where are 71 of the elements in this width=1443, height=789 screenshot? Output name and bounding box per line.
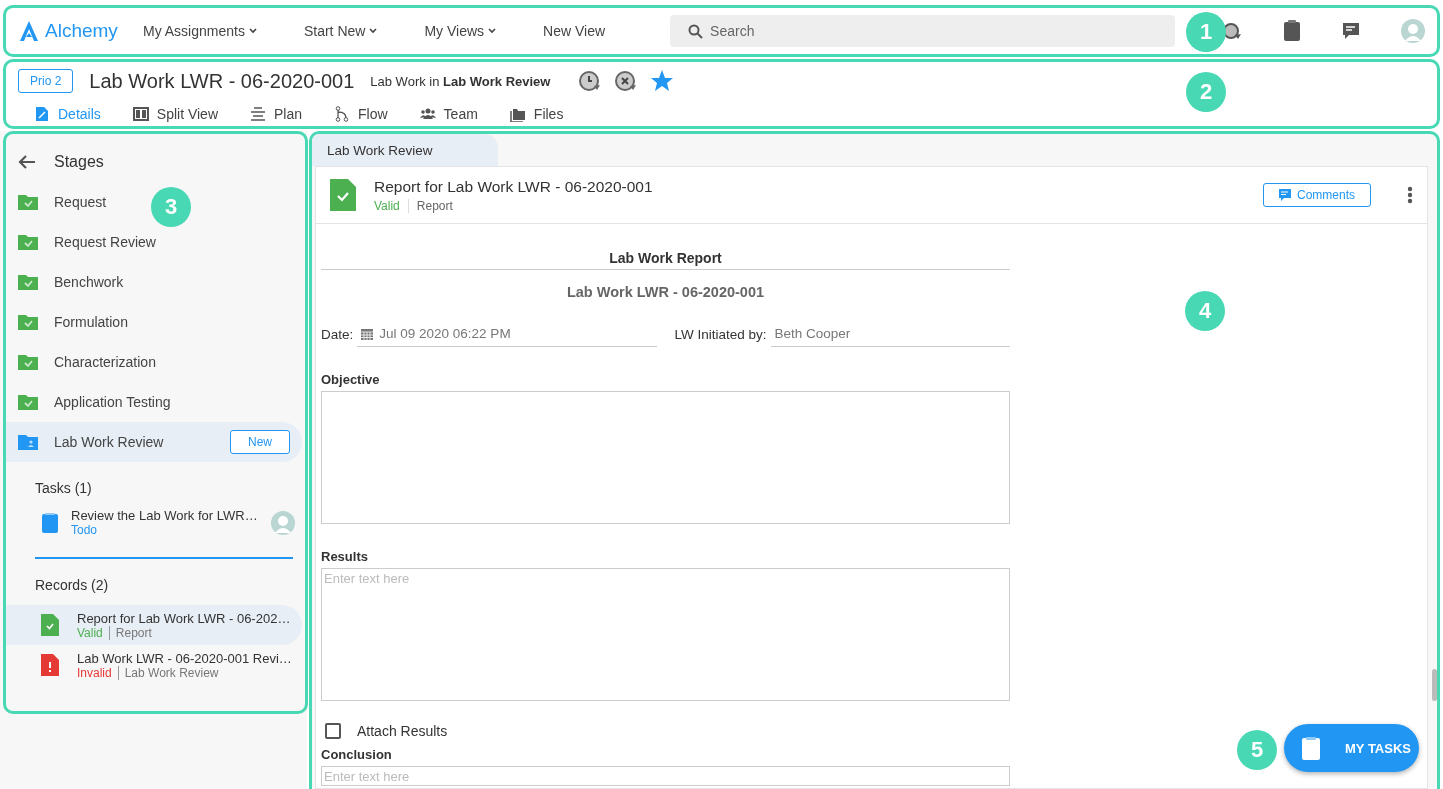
date-field[interactable]: Jul 09 2020 06:22 PM bbox=[357, 322, 657, 347]
back-arrow-icon[interactable] bbox=[18, 154, 36, 170]
objective-field[interactable] bbox=[321, 391, 1010, 524]
chevron-icon bbox=[248, 28, 257, 34]
record-status: Valid bbox=[374, 198, 409, 213]
callout-number: 1 bbox=[1186, 12, 1226, 52]
tasks-heading: Tasks (1) bbox=[34, 480, 93, 496]
people-icon bbox=[419, 106, 436, 122]
scrollbar-thumb[interactable] bbox=[1432, 669, 1437, 701]
date-label: Date: bbox=[321, 327, 354, 342]
document-tab[interactable]: Lab Work Review bbox=[312, 134, 498, 166]
stage-item[interactable]: Request bbox=[6, 182, 113, 222]
view-tab[interactable]: Plan bbox=[250, 104, 303, 124]
nav-menu[interactable]: New View bbox=[543, 23, 606, 39]
document-icon bbox=[34, 106, 50, 122]
chevron-icon bbox=[488, 28, 497, 34]
avatar-icon bbox=[271, 510, 295, 535]
search-icon bbox=[688, 24, 704, 39]
view-tab[interactable]: Team bbox=[419, 104, 478, 124]
nav-menu[interactable]: My Assignments bbox=[143, 23, 257, 39]
stage-item[interactable]: Benchwork bbox=[6, 262, 130, 302]
stage-subtitle: Lab Work in Lab Work Review bbox=[370, 73, 551, 89]
conclusion-label: Conclusion bbox=[321, 747, 393, 762]
records-heading: Records (2) bbox=[34, 577, 110, 593]
form-heading: Lab Work Report bbox=[321, 250, 1010, 270]
callout-number: 2 bbox=[1186, 72, 1226, 112]
view-tab[interactable]: Flow bbox=[334, 104, 388, 124]
stage-item[interactable]: Formulation bbox=[6, 302, 134, 342]
record-item[interactable]: Lab Work LWR - 06-2020-001 Revi… Invalid Lab Work Review bbox=[6, 645, 302, 685]
chat-icon[interactable] bbox=[1341, 21, 1361, 41]
results-label: Results bbox=[321, 549, 369, 564]
results-field[interactable]: Enter text here bbox=[321, 568, 1010, 701]
comment-icon bbox=[1279, 189, 1291, 201]
view-tab[interactable]: Split View bbox=[132, 104, 218, 124]
logo-icon bbox=[18, 20, 40, 42]
clock-icon[interactable] bbox=[578, 69, 603, 93]
callout-number: 3 bbox=[151, 187, 191, 227]
clipboard-icon bbox=[41, 511, 59, 534]
branch-icon bbox=[334, 106, 351, 122]
attach-label: Attach Results bbox=[357, 723, 448, 739]
record-item[interactable]: Report for Lab Work LWR - 06-202… Valid Report bbox=[6, 605, 302, 645]
columns-icon bbox=[132, 106, 149, 122]
lines-icon bbox=[250, 106, 266, 122]
star-icon[interactable] bbox=[650, 69, 675, 93]
stage-item[interactable]: Lab Work Review New bbox=[6, 422, 302, 462]
task-item[interactable]: Review the Lab Work for LWR… Todo bbox=[71, 508, 259, 537]
priority-badge: Prio 2 bbox=[18, 69, 74, 93]
stage-item[interactable]: Characterization bbox=[6, 342, 162, 382]
form-subheading: Lab Work LWR - 06-2020-001 bbox=[565, 284, 766, 300]
stage-item[interactable]: Application Testing bbox=[6, 382, 177, 422]
more-options-icon[interactable] bbox=[1407, 186, 1413, 204]
record-type: Report bbox=[415, 198, 453, 213]
conclusion-field[interactable]: Enter text here bbox=[321, 766, 1010, 786]
calendar-icon bbox=[361, 327, 374, 340]
stages-heading: Stages bbox=[54, 153, 104, 171]
chevron-icon bbox=[369, 28, 378, 34]
initiator-field[interactable]: Beth Cooper bbox=[770, 322, 1010, 347]
clipboard-icon[interactable] bbox=[1283, 20, 1301, 42]
record-title: Report for Lab Work LWR - 06-2020-001 bbox=[374, 177, 654, 196]
nav-menu[interactable]: Start New bbox=[303, 23, 378, 39]
clipboard-icon bbox=[1301, 736, 1321, 760]
nav-menu[interactable]: My Views bbox=[424, 23, 497, 39]
view-tab[interactable]: Files bbox=[509, 104, 564, 124]
folders-icon bbox=[509, 106, 526, 122]
document-check-icon bbox=[330, 179, 356, 211]
initiator-label: LW Initiated by: bbox=[674, 327, 767, 342]
attach-checkbox[interactable] bbox=[325, 723, 341, 739]
search-field[interactable]: Search bbox=[670, 15, 1176, 47]
objective-label: Objective bbox=[321, 372, 381, 387]
cancel-icon[interactable] bbox=[614, 69, 639, 93]
page-title: Lab Work LWR - 06-2020-001 bbox=[89, 69, 355, 93]
